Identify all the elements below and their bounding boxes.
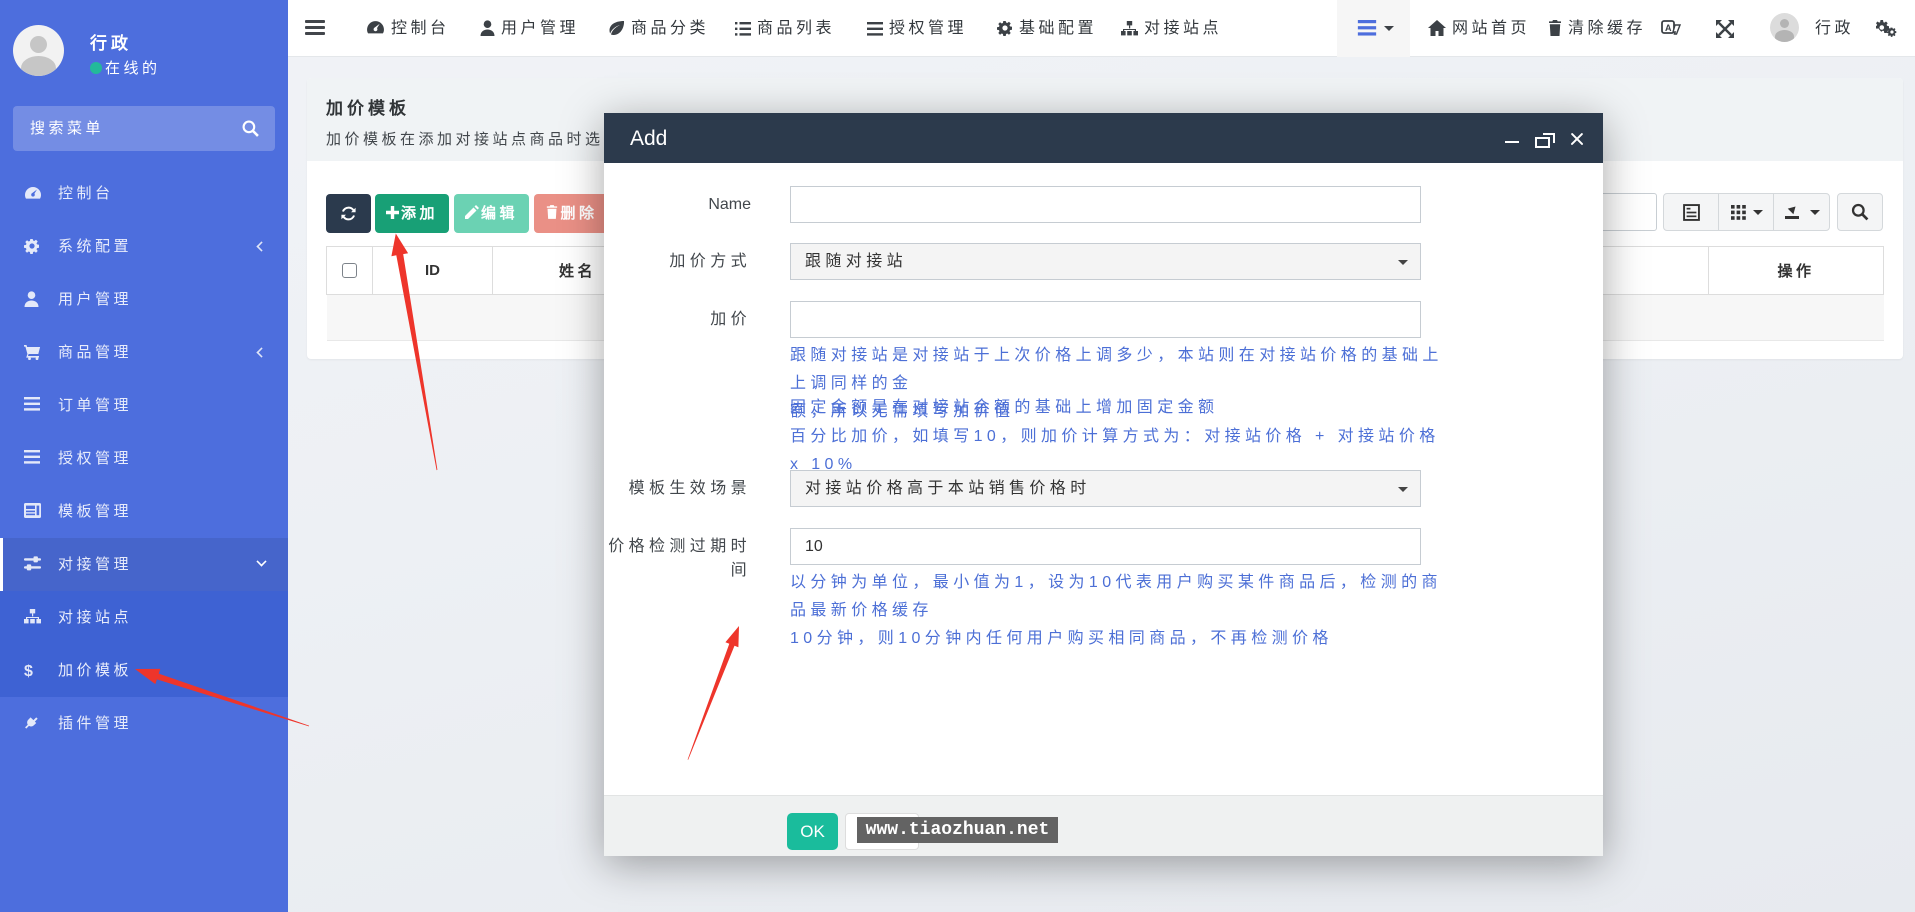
svg-text:$: $ [24,663,33,679]
svg-text:A: A [1665,23,1672,33]
